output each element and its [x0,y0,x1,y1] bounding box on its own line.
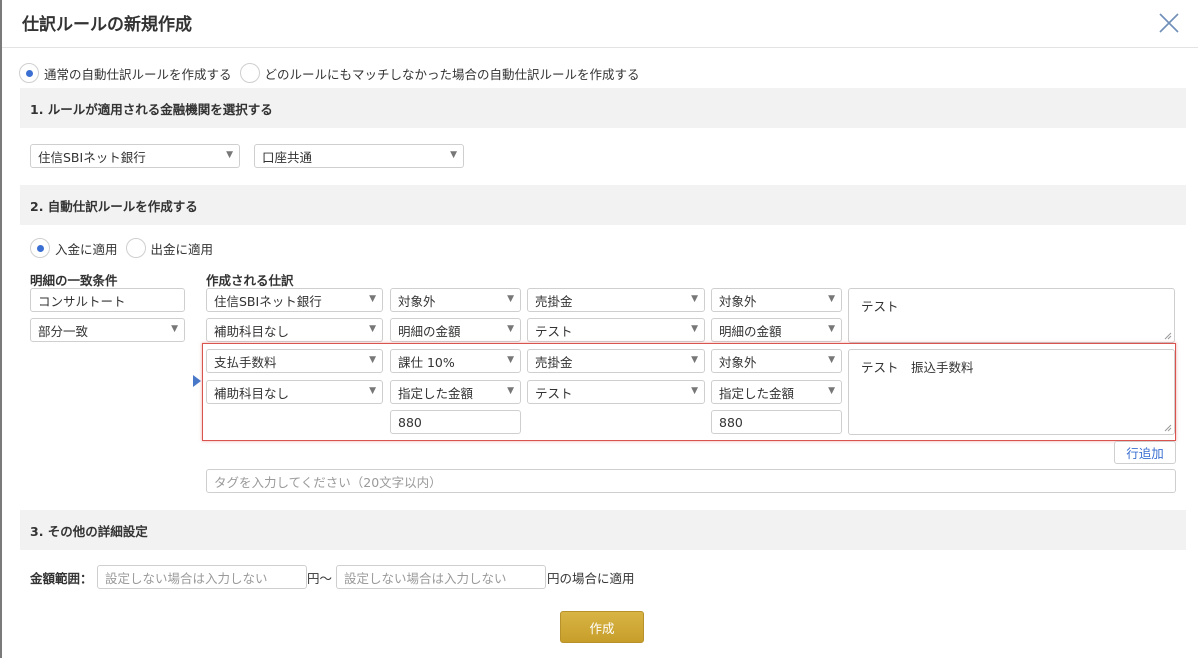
tag-input[interactable]: タグを入力してください（20文字以内） [206,469,1176,493]
row1-memo-textarea[interactable]: テスト [848,288,1175,343]
dialog-title: 仕訳ルールの新規作成 [22,15,192,35]
chevron-down-icon: ▼ [171,324,178,334]
close-icon[interactable] [1156,10,1182,36]
direction-group: 入金に適用 出金に適用 [30,238,221,258]
chevron-down-icon: ▼ [691,324,698,334]
resize-grip-icon[interactable] [1164,424,1172,432]
row1-debit-tax-select[interactable]: 対象外 ▼ [390,288,521,312]
section-3-header: 3. その他の詳細設定 [20,510,1186,550]
row2-debit-sub: 補助科目なし [214,385,290,401]
chevron-down-icon: ▼ [828,355,835,365]
row1-credit-tax: 対象外 [719,293,757,309]
chevron-down-icon: ▼ [828,386,835,396]
account-select[interactable]: 口座共通 ▼ [254,144,464,168]
row1-debit-amount-type-select[interactable]: 明細の金額 ▼ [390,318,521,342]
chevron-down-icon: ▼ [507,386,514,396]
row2-debit-amount-type: 指定した金額 [398,385,474,401]
chevron-down-icon: ▼ [691,386,698,396]
row2-debit-tax: 課仕 10% [398,354,455,370]
row1-credit-account-select[interactable]: 売掛金 ▼ [527,288,705,312]
row2-debit-sub-select[interactable]: 補助科目なし ▼ [206,380,383,404]
match-condition-label: 明細の一致条件 [30,273,118,288]
row2-memo: テスト 振込手数料 [861,360,974,375]
rule-type-group: 通常の自動仕訳ルールを作成する どのルールにもマッチしなかった場合の自動仕訳ルー… [19,63,648,83]
chevron-down-icon: ▼ [369,324,376,334]
row1-credit-tax-select[interactable]: 対象外 ▼ [711,288,842,312]
amount-between-text: 円〜 [307,571,333,586]
chevron-down-icon: ▼ [226,150,233,160]
chevron-down-icon: ▼ [828,324,835,334]
row2-debit-amount-type-select[interactable]: 指定した金額 ▼ [390,380,521,404]
row2-credit-tax-select[interactable]: 対象外 ▼ [711,349,842,373]
amount-max-input[interactable]: 設定しない場合は入力しない [336,565,546,589]
chevron-down-icon: ▼ [507,324,514,334]
row2-debit-amount-input[interactable]: 880 [390,410,521,434]
create-button[interactable]: 作成 [560,611,644,643]
row2-memo-textarea[interactable]: テスト 振込手数料 [848,349,1175,435]
withdrawal-label: 出金に適用 [150,241,214,257]
row1-debit-account-select[interactable]: 住信SBIネット銀行 ▼ [206,288,383,312]
chevron-down-icon: ▼ [369,355,376,365]
chevron-down-icon: ▼ [369,294,376,304]
chevron-down-icon: ▼ [691,294,698,304]
row1-credit-amount-type: 明細の金額 [719,323,782,339]
amount-range-label: 金額範囲： [30,571,93,586]
chevron-down-icon: ▼ [369,386,376,396]
section-2-header: 2. 自動仕訳ルールを作成する [20,185,1186,225]
chevron-down-icon: ▼ [507,355,514,365]
deposit-radio[interactable] [30,238,50,258]
row1-credit-account: 売掛金 [535,293,573,309]
row1-debit-amount-type: 明細の金額 [398,323,461,339]
row2-credit-amount-type: 指定した金額 [719,385,795,401]
chevron-down-icon: ▼ [828,294,835,304]
match-type-value: 部分一致 [38,323,89,339]
row2-credit-account-select[interactable]: 売掛金 ▼ [527,349,705,373]
row1-debit-sub: 補助科目なし [214,323,290,339]
row2-credit-sub: テスト [535,385,573,401]
section-1-header: 1. ルールが適用される金融機関を選択する [20,88,1186,128]
row2-credit-sub-select[interactable]: テスト ▼ [527,380,705,404]
row1-memo: テスト [861,299,899,314]
deposit-label: 入金に適用 [55,241,118,257]
row1-credit-sub-select[interactable]: テスト ▼ [527,318,705,342]
match-text-input[interactable]: コンサルトート [30,288,185,312]
row2-credit-tax: 対象外 [719,354,757,370]
rule-type-normal-label: 通常の自動仕訳ルールを作成する [44,66,232,82]
dialog-header: 仕訳ルールの新規作成 [2,0,1198,48]
rule-type-normal-radio[interactable] [19,63,39,83]
rule-type-fallback-label: どのルールにもマッチしなかった場合の自動仕訳ルールを作成する [264,66,640,82]
journal-label: 作成される仕訳 [206,273,294,288]
amount-suffix-text: 円の場合に適用 [547,571,635,586]
match-type-select[interactable]: 部分一致 ▼ [30,318,185,342]
row1-debit-account: 住信SBIネット銀行 [214,293,322,309]
rule-type-fallback-radio[interactable] [239,63,260,83]
current-row-marker-icon [193,375,201,387]
amount-min-input[interactable]: 設定しない場合は入力しない [97,565,307,589]
row2-debit-account-select[interactable]: 支払手数料 ▼ [206,349,383,373]
add-row-button[interactable]: 行追加 [1114,441,1176,464]
row1-credit-amount-type-select[interactable]: 明細の金額 ▼ [711,318,842,342]
row1-debit-sub-select[interactable]: 補助科目なし ▼ [206,318,383,342]
bank-select[interactable]: 住信SBIネット銀行 ▼ [30,144,240,168]
row2-credit-account: 売掛金 [535,354,573,370]
row2-credit-amount-type-select[interactable]: 指定した金額 ▼ [711,380,842,404]
bank-select-value: 住信SBIネット銀行 [38,149,146,165]
account-select-value: 口座共通 [262,149,313,165]
chevron-down-icon: ▼ [450,150,457,160]
resize-grip-icon[interactable] [1164,332,1172,340]
chevron-down-icon: ▼ [691,355,698,365]
withdrawal-radio[interactable] [125,238,146,258]
row1-debit-tax: 対象外 [398,293,436,309]
row2-credit-amount-input[interactable]: 880 [711,410,842,434]
rule-dialog: 仕訳ルールの新規作成 通常の自動仕訳ルールを作成する どのルールにもマッチしなか… [0,0,1198,658]
row1-credit-sub: テスト [535,323,573,339]
row2-debit-account: 支払手数料 [214,354,277,370]
chevron-down-icon: ▼ [507,294,514,304]
row2-debit-tax-select[interactable]: 課仕 10% ▼ [390,349,521,373]
